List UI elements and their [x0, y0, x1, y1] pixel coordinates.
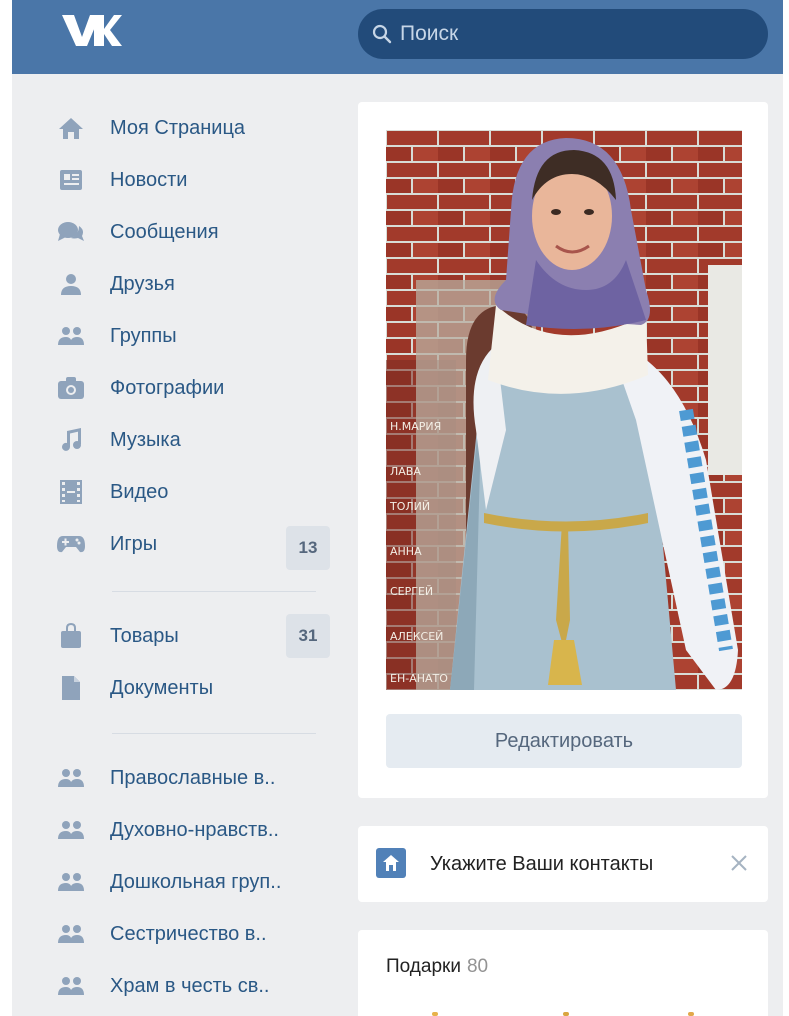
page-frame: Поиск Моя Страница Новости Сообщения Дру… [12, 0, 783, 1016]
sidebar-item-video[interactable]: Видео [56, 472, 336, 512]
gifts-header[interactable]: Подарки 80 [386, 956, 488, 978]
camera-icon [56, 373, 86, 403]
messages-icon [56, 217, 86, 247]
svg-text:Н.МАРИЯ: Н.МАРИЯ [390, 420, 441, 433]
document-icon [56, 673, 86, 703]
sidebar-item-label: Фотографии [110, 376, 225, 399]
gifts-count: 80 [466, 956, 489, 977]
gamepad-icon [56, 529, 86, 559]
profile-photo[interactable]: Н.МАРИЯ ЛАВА ТОЛИЙ АННА СЕРГЕЙ АЛЕКСЕЙ Е… [386, 130, 742, 690]
sidebar-item-friends[interactable]: Друзья [56, 264, 336, 304]
sidebar-item-music[interactable]: Музыка [56, 420, 336, 460]
sidebar-divider [112, 591, 316, 592]
house-icon [376, 848, 406, 878]
sidebar-item-news[interactable]: Новости [56, 160, 336, 200]
group-icon [56, 763, 86, 793]
profile-photo-image: Н.МАРИЯ ЛАВА ТОЛИЙ АННА СЕРГЕЙ АЛЕКСЕЙ Е… [386, 130, 742, 690]
home-icon [56, 113, 86, 143]
add-contacts-link[interactable]: Укажите Ваши контакты [430, 826, 653, 902]
video-icon [56, 477, 86, 507]
svg-text:ЕН-АНАТО: ЕН-АНАТО [390, 672, 448, 685]
groups-icon [56, 321, 86, 351]
sidebar-group-label: Храм в честь св.. [110, 974, 270, 997]
search-placeholder[interactable]: Поиск [400, 22, 458, 46]
gifts-title: Подарки [386, 956, 461, 977]
group-icon [56, 919, 86, 949]
sidebar-item-label: Игры [110, 532, 158, 555]
sidebar-group-link[interactable]: Храм в честь св.. [56, 966, 336, 1006]
svg-text:АННА: АННА [390, 545, 422, 558]
sidebar-item-label: Группы [110, 324, 177, 347]
close-icon[interactable] [728, 852, 750, 874]
friend-icon [56, 269, 86, 299]
sidebar-item-label: Музыка [110, 428, 181, 451]
svg-text:АЛЕКСЕЙ: АЛЕКСЕЙ [390, 630, 443, 643]
goods-counter-badge: 31 [286, 614, 330, 658]
contacts-card: Укажите Ваши контакты [358, 826, 768, 902]
gift-thumbnail[interactable] [563, 1012, 569, 1016]
sidebar-item-groups[interactable]: Группы [56, 316, 336, 356]
group-icon [56, 815, 86, 845]
sidebar-item-photos[interactable]: Фотографии [56, 368, 336, 408]
sidebar-divider [112, 733, 316, 734]
music-icon [56, 425, 86, 455]
edit-profile-button[interactable]: Редактировать [386, 714, 742, 768]
games-counter-badge: 13 [286, 526, 330, 570]
sidebar-group-link[interactable]: Сестричество в.. [56, 914, 336, 954]
svg-text:ЛАВА: ЛАВА [390, 465, 421, 478]
sidebar-item-label: Документы [110, 676, 214, 699]
search-icon [372, 24, 392, 44]
sidebar-group-label: Дошкольная груп.. [110, 870, 282, 893]
gifts-card: Подарки 80 [358, 930, 768, 1016]
sidebar-group-label: Духовно-нравств.. [110, 818, 279, 841]
group-icon [56, 971, 86, 1001]
news-icon [56, 165, 86, 195]
sidebar-group-link[interactable]: Дошкольная груп.. [56, 862, 336, 902]
search-field[interactable]: Поиск [358, 9, 768, 59]
sidebar-item-label: Друзья [110, 272, 175, 295]
sidebar-item-documents[interactable]: Документы [56, 668, 336, 708]
sidebar-item-my-page[interactable]: Моя Страница [56, 108, 336, 148]
group-icon [56, 867, 86, 897]
profile-photo-card: Н.МАРИЯ ЛАВА ТОЛИЙ АННА СЕРГЕЙ АЛЕКСЕЙ Е… [358, 102, 768, 798]
sidebar-item-label: Видео [110, 480, 169, 503]
sidebar-group-label: Сестричество в.. [110, 922, 267, 945]
sidebar-item-label: Сообщения [110, 220, 219, 243]
sidebar-group-link[interactable]: Духовно-нравств.. [56, 810, 336, 850]
gift-thumbnail[interactable] [688, 1012, 694, 1016]
sidebar-group-link[interactable]: Православные в.. [56, 758, 336, 798]
svg-text:СЕРГЕЙ: СЕРГЕЙ [390, 585, 433, 598]
sidebar-group-label: Православные в.. [110, 766, 276, 789]
bag-icon [56, 621, 86, 651]
gift-thumbnail[interactable] [432, 1012, 438, 1016]
sidebar-item-label: Моя Страница [110, 116, 246, 139]
sidebar-item-label: Товары [110, 624, 179, 647]
sidebar-item-label: Новости [110, 168, 188, 191]
svg-text:ТОЛИЙ: ТОЛИЙ [389, 500, 430, 513]
sidebar-item-messages[interactable]: Сообщения [56, 212, 336, 252]
vk-logo[interactable] [60, 10, 122, 52]
top-header: Поиск [12, 0, 783, 74]
